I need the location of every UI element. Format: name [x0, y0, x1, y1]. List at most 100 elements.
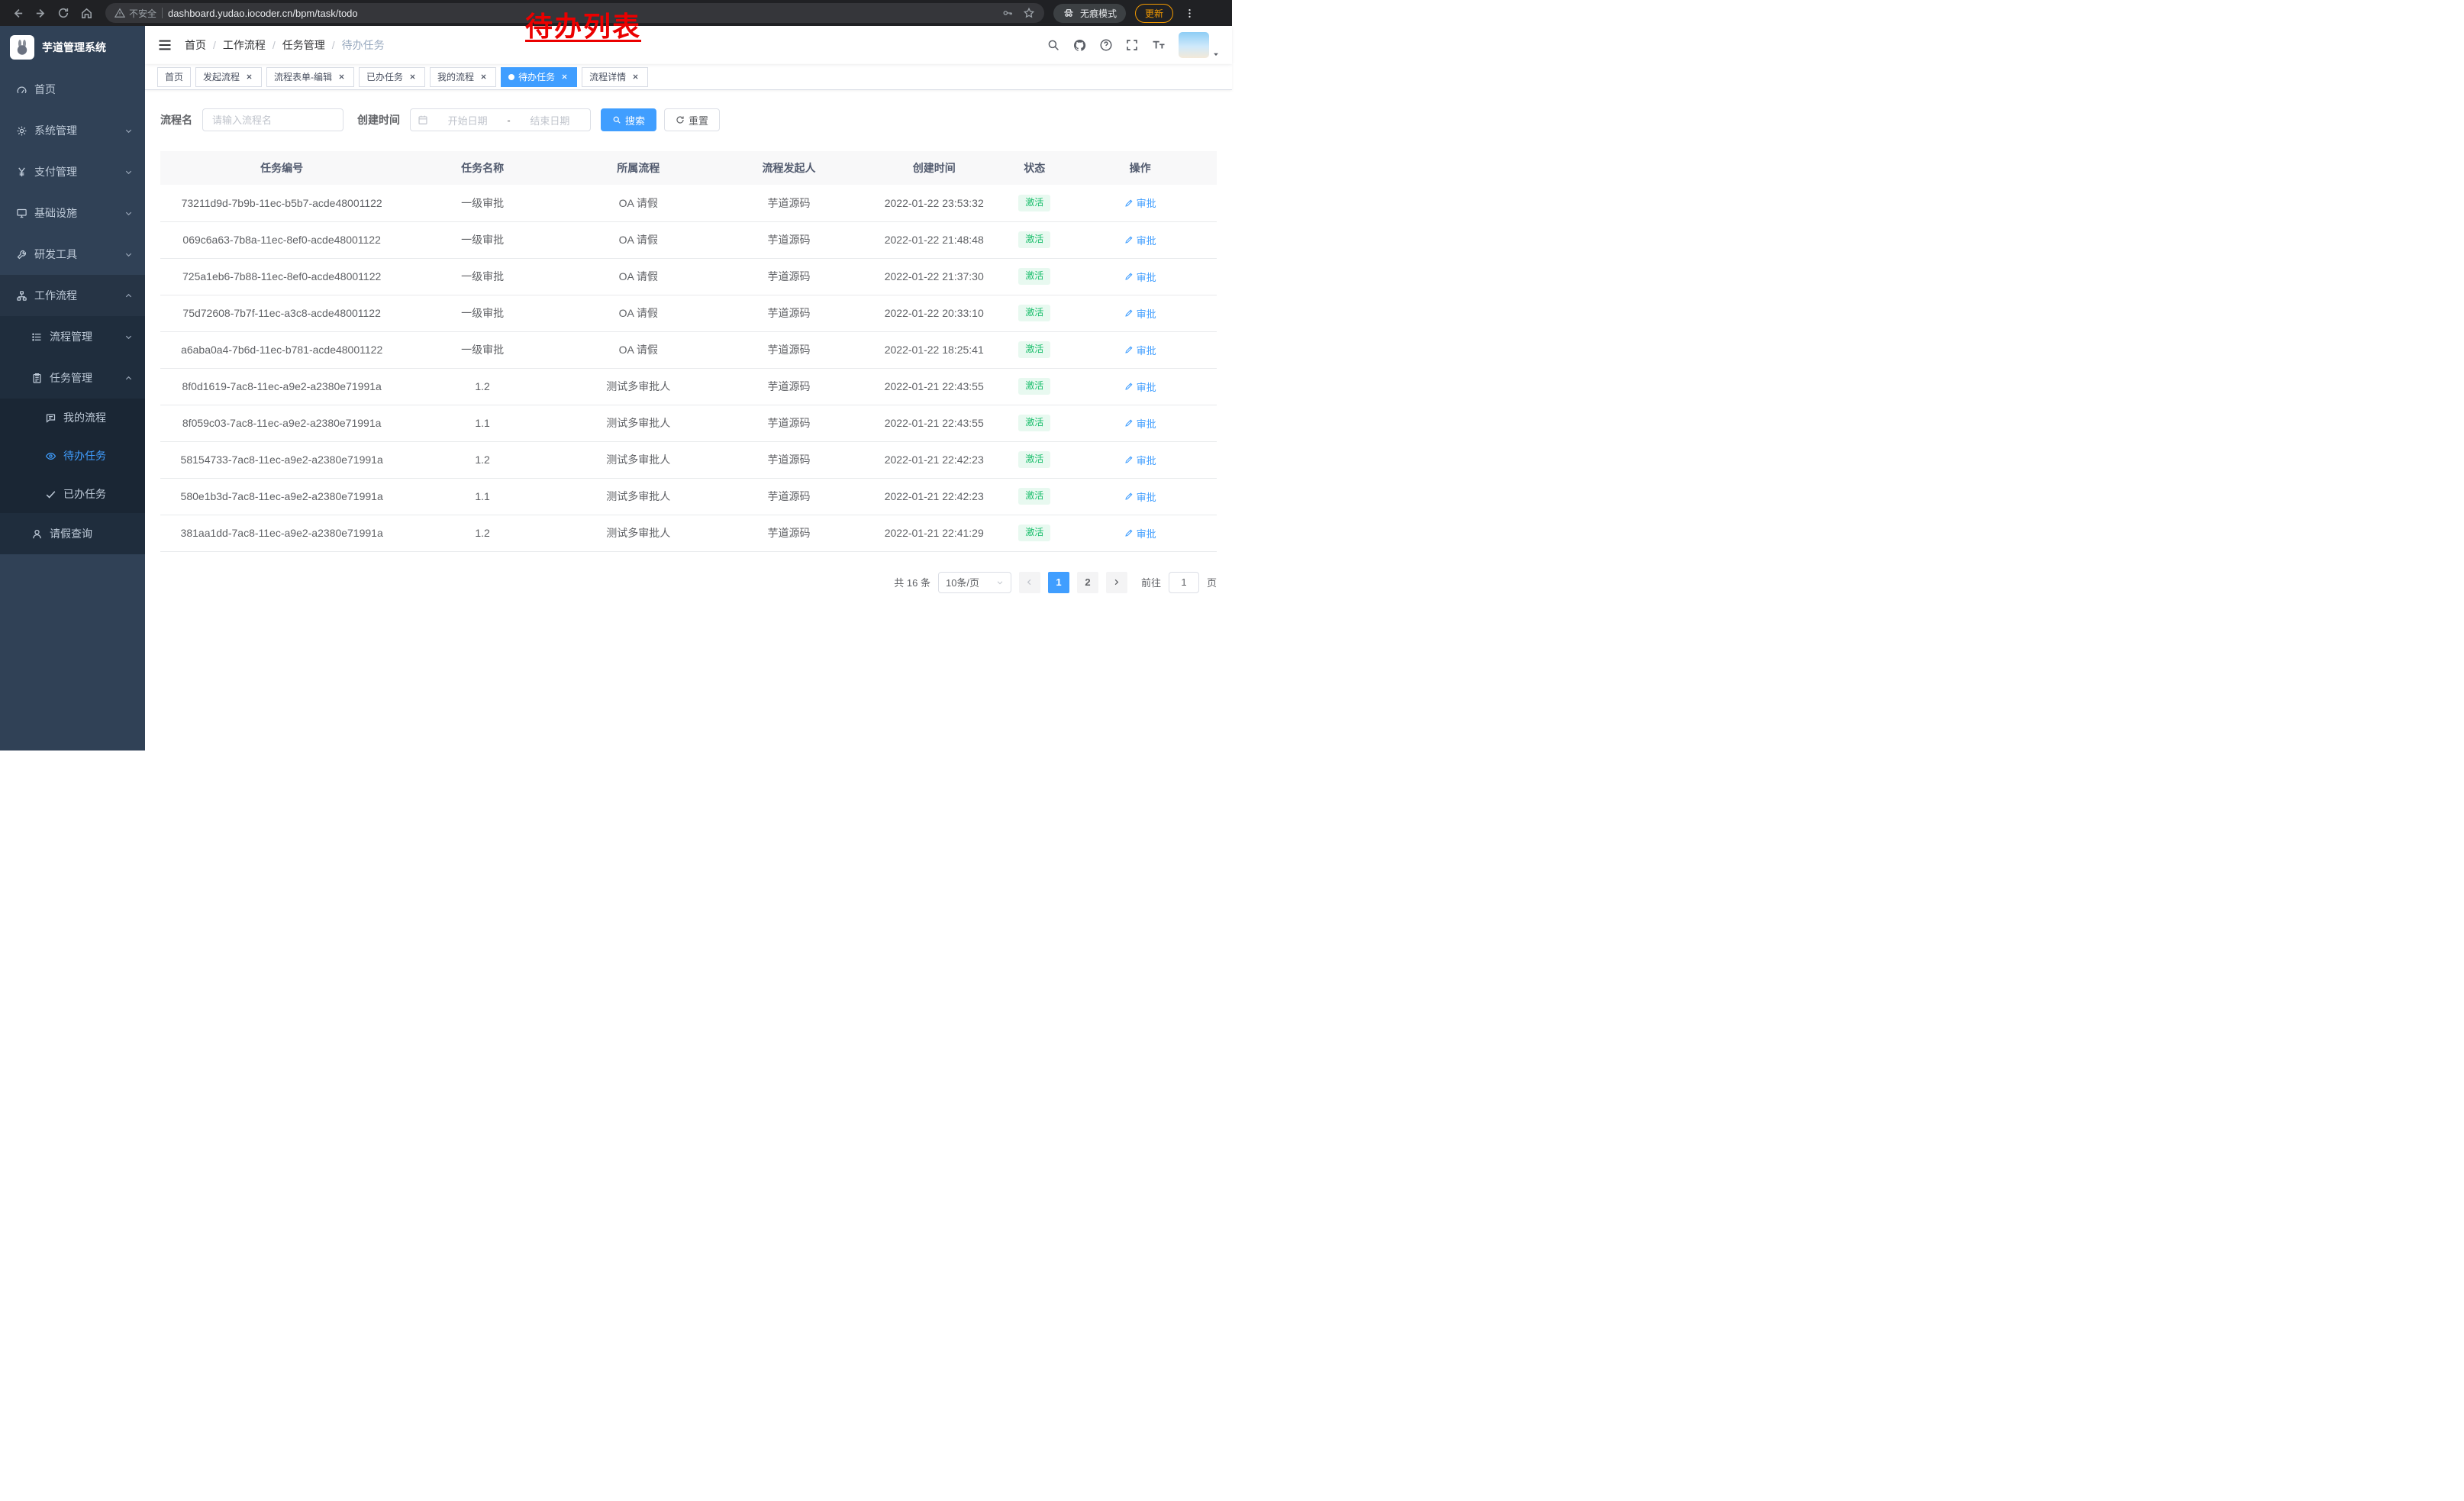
bookmark-star-icon[interactable]: [1023, 7, 1035, 19]
sidebar-item-dev-tools[interactable]: 研发工具: [0, 234, 145, 275]
goto-page-input[interactable]: [1169, 572, 1199, 593]
close-icon[interactable]: [243, 72, 254, 82]
sidebar-item-payment[interactable]: 支付管理: [0, 151, 145, 192]
sidebar-item-infrastructure[interactable]: 基础设施: [0, 192, 145, 234]
approve-button[interactable]: 审批: [1124, 526, 1156, 541]
search-icon[interactable]: [1047, 38, 1060, 52]
breadcrumb-workflow[interactable]: 工作流程: [223, 37, 266, 53]
sidebar-item-label: 待办任务: [63, 448, 106, 463]
date-range-picker[interactable]: 开始日期 - 结束日期: [410, 108, 591, 131]
browser-refresh-button[interactable]: [53, 3, 73, 23]
status-badge: 激活: [1018, 451, 1050, 468]
sidebar-item-home[interactable]: 首页: [0, 69, 145, 110]
start-date-placeholder[interactable]: 开始日期: [434, 113, 501, 128]
approve-button[interactable]: 审批: [1124, 306, 1156, 321]
approve-label: 审批: [1137, 526, 1156, 541]
browser-home-button[interactable]: [76, 3, 96, 23]
help-icon[interactable]: [1099, 38, 1113, 52]
key-icon[interactable]: [1001, 7, 1014, 19]
close-icon[interactable]: [559, 72, 569, 82]
browser-forward-button[interactable]: [31, 3, 50, 23]
tab-home[interactable]: 首页: [157, 67, 191, 87]
approve-button[interactable]: 审批: [1124, 270, 1156, 284]
approve-button[interactable]: 审批: [1124, 379, 1156, 394]
cell-initiator: 芋道源码: [715, 368, 863, 405]
prev-page-button[interactable]: [1019, 572, 1040, 593]
approve-button[interactable]: 审批: [1124, 416, 1156, 431]
cell-create-time: 2022-01-22 23:53:32: [863, 185, 1005, 221]
cell-create-time: 2022-01-22 21:37:30: [863, 258, 1005, 295]
yen-icon: [15, 166, 27, 178]
sidebar-item-label: 首页: [34, 82, 56, 97]
sidebar-item-label: 系统管理: [34, 123, 77, 138]
browser-menu-kebab-icon[interactable]: [1179, 3, 1199, 23]
sidebar-item-my-processes[interactable]: 我的流程: [0, 399, 145, 437]
github-icon[interactable]: [1072, 38, 1087, 53]
cell-process: 测试多审批人: [562, 405, 715, 441]
cell-initiator: 芋道源码: [715, 295, 863, 331]
end-date-placeholder[interactable]: 结束日期: [517, 113, 583, 128]
calendar-icon: [418, 115, 428, 125]
page-button-2[interactable]: 2: [1077, 572, 1098, 593]
eye-icon: [44, 450, 56, 462]
approve-button[interactable]: 审批: [1124, 453, 1156, 467]
approve-button[interactable]: 审批: [1124, 489, 1156, 504]
process-name-input[interactable]: [202, 108, 343, 131]
cell-task-name: 一级审批: [403, 185, 562, 221]
url-bar[interactable]: 不安全 dashboard.yudao.iocoder.cn/bpm/task/…: [105, 3, 1044, 23]
cell-task-id: 75d72608-7b7f-11ec-a3c8-acde48001122: [160, 295, 403, 331]
browser-update-button[interactable]: 更新: [1135, 4, 1173, 23]
search-button[interactable]: 搜索: [601, 108, 656, 131]
sidebar-item-todo-tasks[interactable]: 待办任务: [0, 437, 145, 475]
next-page-button[interactable]: [1106, 572, 1127, 593]
tab-label: 我的流程: [437, 70, 474, 83]
breadcrumb: 首页 / 工作流程 / 任务管理 / 待办任务: [185, 37, 385, 53]
tab-start-process[interactable]: 发起流程: [195, 67, 262, 87]
breadcrumb-home[interactable]: 首页: [185, 37, 206, 53]
breadcrumb-task-management[interactable]: 任务管理: [282, 37, 325, 53]
sidebar-item-workflow[interactable]: 工作流程: [0, 275, 145, 316]
approve-button[interactable]: 审批: [1124, 195, 1156, 210]
sidebar-item-process-management[interactable]: 流程管理: [0, 316, 145, 357]
tab-process-form-edit[interactable]: 流程表单-编辑: [266, 67, 354, 87]
edit-pen-icon: [1124, 492, 1134, 501]
tab-my-processes[interactable]: 我的流程: [430, 67, 496, 87]
browser-back-button[interactable]: [8, 3, 27, 23]
status-badge: 激活: [1018, 231, 1050, 248]
tab-label: 流程表单-编辑: [274, 70, 332, 83]
sidebar-item-task-management[interactable]: 任务管理: [0, 357, 145, 399]
sidebar-item-system[interactable]: 系统管理: [0, 110, 145, 151]
table-row: 75d72608-7b7f-11ec-a3c8-acde48001122 一级审…: [160, 295, 1217, 331]
breadcrumb-separator: /: [213, 39, 216, 51]
close-icon[interactable]: [478, 72, 489, 82]
goto-unit-label: 页: [1207, 575, 1217, 589]
process-name-label: 流程名: [160, 112, 192, 128]
close-icon[interactable]: [630, 72, 640, 82]
avatar-image: [1179, 32, 1209, 58]
user-avatar[interactable]: [1179, 32, 1220, 58]
edit-pen-icon: [1124, 235, 1134, 244]
sidebar-toggle-button[interactable]: [157, 37, 173, 53]
close-icon[interactable]: [336, 72, 347, 82]
tab-process-detail[interactable]: 流程详情: [582, 67, 648, 87]
approve-button[interactable]: 审批: [1124, 343, 1156, 357]
page-button-1[interactable]: 1: [1048, 572, 1069, 593]
sidebar-item-done-tasks[interactable]: 已办任务: [0, 475, 145, 513]
app-logo[interactable]: 芋道管理系统: [0, 26, 145, 69]
tab-done-tasks[interactable]: 已办任务: [359, 67, 425, 87]
reset-button-icon: [676, 115, 685, 124]
font-size-icon[interactable]: [1151, 38, 1166, 52]
cell-task-id: 58154733-7ac8-11ec-a9e2-a2380e71991a: [160, 441, 403, 478]
security-indicator[interactable]: 不安全: [114, 7, 156, 20]
cell-task-name: 1.1: [403, 478, 562, 515]
approve-label: 审批: [1137, 195, 1156, 210]
edit-pen-icon: [1124, 345, 1134, 354]
approve-button[interactable]: 审批: [1124, 233, 1156, 247]
fullscreen-icon[interactable]: [1125, 38, 1139, 52]
tab-todo-tasks[interactable]: 待办任务: [501, 67, 577, 87]
edit-pen-icon: [1124, 455, 1134, 464]
close-icon[interactable]: [407, 72, 418, 82]
reset-button[interactable]: 重置: [664, 108, 720, 131]
page-size-select[interactable]: 10条/页: [938, 572, 1011, 593]
sidebar-item-leave-query[interactable]: 请假查询: [0, 513, 145, 554]
